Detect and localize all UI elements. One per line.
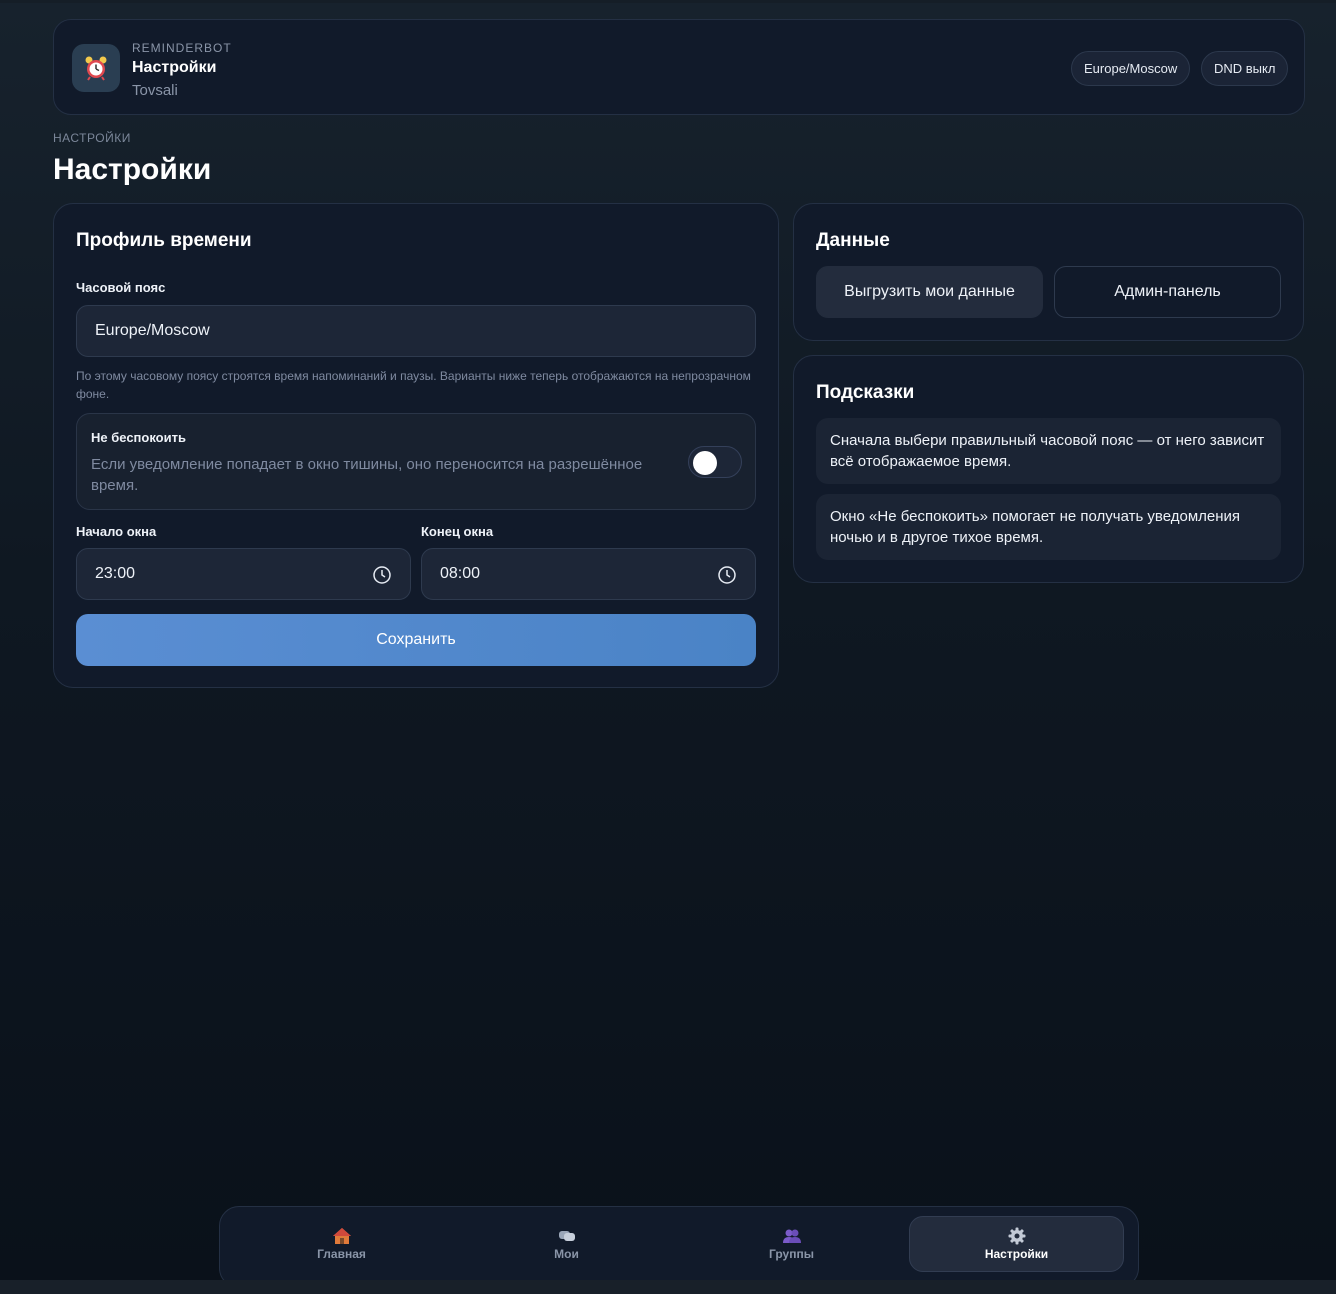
window-start-input[interactable]: 23:00 — [76, 548, 411, 600]
alarm-clock-icon — [72, 44, 120, 92]
brand-label: REMINDERBOT — [132, 41, 232, 55]
nav-label: Главная — [317, 1247, 366, 1261]
nav-label: Настройки — [984, 1247, 1049, 1261]
nav-label: Мои — [554, 1247, 579, 1261]
clock-icon[interactable] — [372, 565, 392, 585]
nav-item-groups[interactable]: Группы — [684, 1216, 899, 1272]
timezone-select[interactable]: Europe/Moscow — [76, 305, 756, 357]
breadcrumb: НАСТРОЙКИ — [53, 131, 131, 145]
nav-item-home[interactable]: Главная — [234, 1216, 449, 1272]
tips-card-title: Подсказки — [816, 382, 915, 403]
nav-label: Группы — [769, 1247, 814, 1261]
dnd-toggle[interactable] — [688, 446, 742, 478]
clock-icon[interactable] — [717, 565, 737, 585]
header-title: Настройки — [132, 59, 217, 76]
window-end-label: Конец окна — [421, 524, 494, 539]
dnd-section: Не беспокоить Если уведомление попадает … — [76, 413, 756, 510]
save-button[interactable]: Сохранить — [76, 614, 756, 666]
dnd-status-badge[interactable]: DND выкл — [1201, 51, 1289, 86]
bottom-navigation: Главная Мои Группы Настройки — [219, 1206, 1139, 1280]
window-end-value: 08:00 — [440, 565, 481, 582]
time-profile-card: Профиль времени Часовой пояс Europe/Mosc… — [53, 203, 779, 688]
timezone-hint: По этому часовому поясу строятся время н… — [76, 369, 751, 401]
dnd-description: Если уведомление попадает в окно тишины,… — [91, 456, 643, 494]
page-title: Настройки — [53, 153, 212, 186]
admin-panel-button[interactable]: Админ-панель — [1054, 266, 1281, 318]
window-bottom-edge — [0, 1280, 1336, 1294]
timezone-badge[interactable]: Europe/Moscow — [1071, 51, 1191, 86]
dnd-toggle-knob — [693, 451, 717, 475]
window-start-value: 23:00 — [95, 565, 136, 582]
dnd-title: Не беспокоить — [91, 430, 186, 445]
chat-icon — [557, 1227, 577, 1245]
time-profile-title: Профиль времени — [76, 230, 252, 251]
gear-icon — [1007, 1227, 1027, 1245]
timezone-label: Часовой пояс — [76, 280, 166, 295]
users-icon — [782, 1227, 802, 1245]
tip-item: Сначала выбери правильный часовой пояс —… — [816, 418, 1281, 484]
app-header: REMINDERBOT Настройки Tovsali Europe/Mos… — [53, 19, 1305, 115]
nav-item-mine[interactable]: Мои — [459, 1216, 674, 1272]
data-card: Данные Выгрузить мои данные Админ-панель — [793, 203, 1304, 341]
tips-card: Подсказки Сначала выбери правильный часо… — [793, 355, 1304, 583]
window-end-input[interactable]: 08:00 — [421, 548, 756, 600]
app-viewport: REMINDERBOT Настройки Tovsali Europe/Mos… — [0, 3, 1336, 1280]
data-card-title: Данные — [816, 230, 890, 251]
window-start-label: Начало окна — [76, 524, 157, 539]
house-icon — [332, 1227, 352, 1245]
nav-item-settings[interactable]: Настройки — [909, 1216, 1124, 1272]
header-username: Tovsali — [132, 82, 178, 99]
tip-item: Окно «Не беспокоить» помогает не получат… — [816, 494, 1281, 560]
export-data-button[interactable]: Выгрузить мои данные — [816, 266, 1043, 318]
